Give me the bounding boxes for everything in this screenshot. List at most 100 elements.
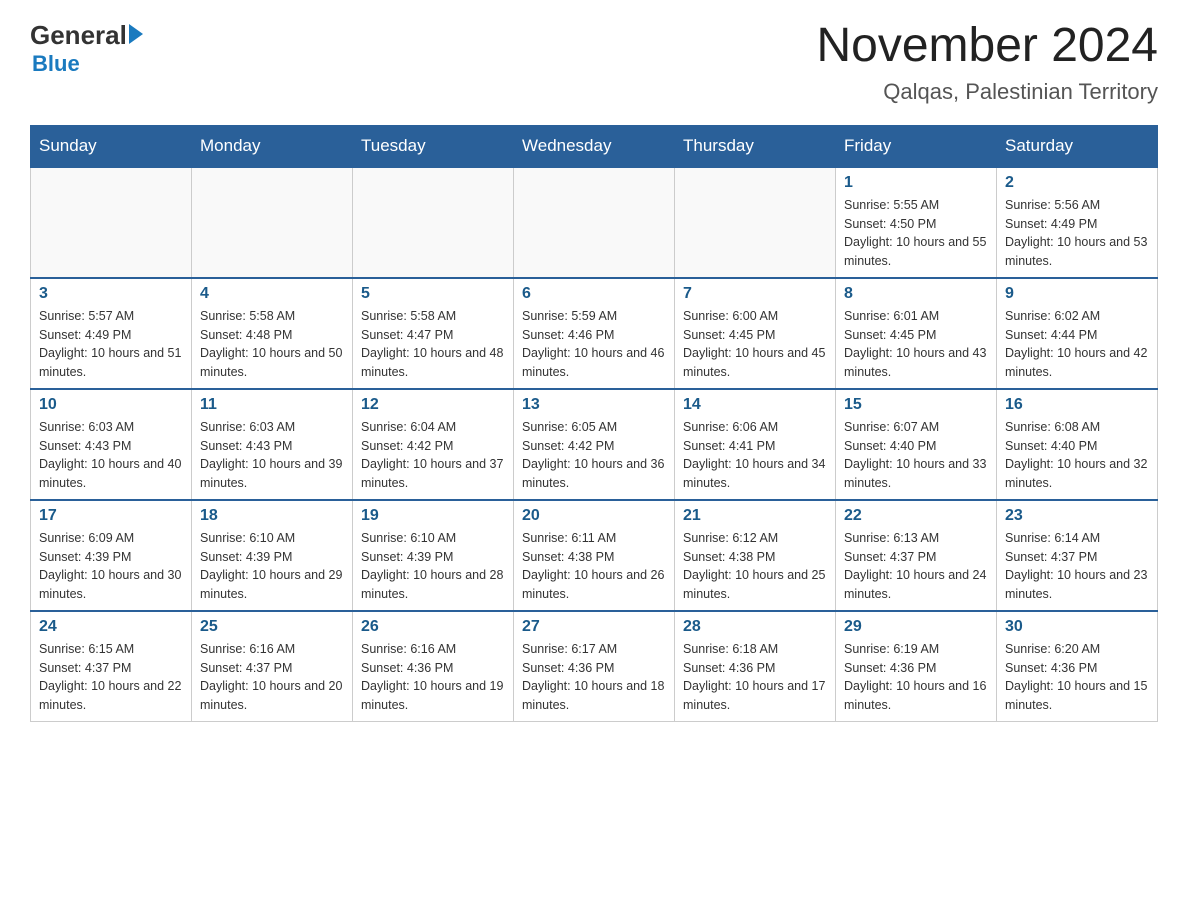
day-info: Sunrise: 6:10 AM Sunset: 4:39 PM Dayligh… (361, 529, 505, 604)
calendar-cell: 29Sunrise: 6:19 AM Sunset: 4:36 PM Dayli… (836, 611, 997, 722)
calendar-title: November 2024 (816, 20, 1158, 73)
calendar-cell: 3 Sunrise: 5:57 AM Sunset: 4:49 PM Daylig… (31, 278, 192, 389)
logo-arrow-icon (129, 24, 143, 44)
calendar-cell: 6 Sunrise: 5:59 AM Sunset: 4:46 PM Daylig… (514, 278, 675, 389)
day-info: Sunrise: 6:03 AM Sunset: 4:43 PM Dayligh… (39, 418, 183, 493)
week-row-2: 3 Sunrise: 5:57 AM Sunset: 4:49 PM Daylig… (31, 278, 1158, 389)
calendar-cell: 30 Sunrise: 6:20 AM Sunset: 4:36 PM Dayli… (997, 611, 1158, 722)
day-number: 12 (361, 396, 505, 414)
calendar-cell: 18Sunrise: 6:10 AM Sunset: 4:39 PM Dayli… (192, 500, 353, 611)
header-thursday: Thursday (675, 125, 836, 167)
calendar-cell: 28Sunrise: 6:18 AM Sunset: 4:36 PM Dayli… (675, 611, 836, 722)
calendar-cell: 9Sunrise: 6:02 AM Sunset: 4:44 PM Daylig… (997, 278, 1158, 389)
day-number: 25 (200, 618, 344, 636)
header-friday: Friday (836, 125, 997, 167)
calendar-cell (192, 167, 353, 278)
day-number: 28 (683, 618, 827, 636)
page-header: General Blue November 2024 Qalqas, Pales… (30, 20, 1158, 105)
logo: General Blue (30, 20, 143, 77)
day-info: Sunrise: 5:55 AM Sunset: 4:50 PM Dayligh… (844, 196, 988, 271)
header-monday: Monday (192, 125, 353, 167)
day-info: Sunrise: 6:07 AM Sunset: 4:40 PM Dayligh… (844, 418, 988, 493)
day-info: Sunrise: 6:12 AM Sunset: 4:38 PM Dayligh… (683, 529, 827, 604)
header-saturday: Saturday (997, 125, 1158, 167)
calendar-cell: 7 Sunrise: 6:00 AM Sunset: 4:45 PM Daylig… (675, 278, 836, 389)
day-number: 29 (844, 618, 988, 636)
day-info: Sunrise: 6:03 AM Sunset: 4:43 PM Dayligh… (200, 418, 344, 493)
day-info: Sunrise: 5:56 AM Sunset: 4:49 PM Dayligh… (1005, 196, 1149, 271)
day-info: Sunrise: 6:06 AM Sunset: 4:41 PM Dayligh… (683, 418, 827, 493)
day-number: 1 (844, 174, 988, 192)
day-info: Sunrise: 5:57 AM Sunset: 4:49 PM Dayligh… (39, 307, 183, 382)
calendar-cell: 26 Sunrise: 6:16 AM Sunset: 4:36 PM Dayli… (353, 611, 514, 722)
week-row-5: 24 Sunrise: 6:15 AM Sunset: 4:37 PM Dayli… (31, 611, 1158, 722)
day-number: 17 (39, 507, 183, 525)
day-info: Sunrise: 5:58 AM Sunset: 4:48 PM Dayligh… (200, 307, 344, 382)
day-info: Sunrise: 6:09 AM Sunset: 4:39 PM Dayligh… (39, 529, 183, 604)
calendar-cell: 16 Sunrise: 6:08 AM Sunset: 4:40 PM Dayli… (997, 389, 1158, 500)
calendar-body: 1 Sunrise: 5:55 AM Sunset: 4:50 PM Daylig… (31, 167, 1158, 722)
header-wednesday: Wednesday (514, 125, 675, 167)
day-number: 5 (361, 285, 505, 303)
calendar-subtitle: Qalqas, Palestinian Territory (816, 79, 1158, 105)
day-info: Sunrise: 6:17 AM Sunset: 4:36 PM Dayligh… (522, 640, 666, 715)
logo-blue: Blue (32, 51, 80, 77)
logo-general: General (30, 20, 127, 51)
week-row-4: 17 Sunrise: 6:09 AM Sunset: 4:39 PM Dayli… (31, 500, 1158, 611)
day-info: Sunrise: 6:08 AM Sunset: 4:40 PM Dayligh… (1005, 418, 1149, 493)
day-number: 6 (522, 285, 666, 303)
day-info: Sunrise: 6:02 AM Sunset: 4:44 PM Dayligh… (1005, 307, 1149, 382)
day-number: 7 (683, 285, 827, 303)
day-info: Sunrise: 6:15 AM Sunset: 4:37 PM Dayligh… (39, 640, 183, 715)
calendar-cell (514, 167, 675, 278)
day-info: Sunrise: 6:01 AM Sunset: 4:45 PM Dayligh… (844, 307, 988, 382)
day-info: Sunrise: 5:58 AM Sunset: 4:47 PM Dayligh… (361, 307, 505, 382)
day-number: 26 (361, 618, 505, 636)
logo-text: General (30, 20, 143, 51)
day-number: 30 (1005, 618, 1149, 636)
day-info: Sunrise: 6:00 AM Sunset: 4:45 PM Dayligh… (683, 307, 827, 382)
day-number: 3 (39, 285, 183, 303)
header-tuesday: Tuesday (353, 125, 514, 167)
calendar-cell: 23Sunrise: 6:14 AM Sunset: 4:37 PM Dayli… (997, 500, 1158, 611)
calendar-cell: 13 Sunrise: 6:05 AM Sunset: 4:42 PM Dayli… (514, 389, 675, 500)
calendar-header: SundayMondayTuesdayWednesdayThursdayFrid… (31, 125, 1158, 167)
day-info: Sunrise: 6:13 AM Sunset: 4:37 PM Dayligh… (844, 529, 988, 604)
calendar-cell: 17 Sunrise: 6:09 AM Sunset: 4:39 PM Dayli… (31, 500, 192, 611)
day-info: Sunrise: 5:59 AM Sunset: 4:46 PM Dayligh… (522, 307, 666, 382)
calendar-cell: 11 Sunrise: 6:03 AM Sunset: 4:43 PM Dayli… (192, 389, 353, 500)
calendar-cell: 21 Sunrise: 6:12 AM Sunset: 4:38 PM Dayli… (675, 500, 836, 611)
calendar-cell (31, 167, 192, 278)
day-number: 8 (844, 285, 988, 303)
calendar-cell: 27Sunrise: 6:17 AM Sunset: 4:36 PM Dayli… (514, 611, 675, 722)
day-number: 13 (522, 396, 666, 414)
day-info: Sunrise: 6:05 AM Sunset: 4:42 PM Dayligh… (522, 418, 666, 493)
day-info: Sunrise: 6:20 AM Sunset: 4:36 PM Dayligh… (1005, 640, 1149, 715)
day-number: 11 (200, 396, 344, 414)
day-number: 24 (39, 618, 183, 636)
calendar-table: SundayMondayTuesdayWednesdayThursdayFrid… (30, 125, 1158, 722)
calendar-cell: 10 Sunrise: 6:03 AM Sunset: 4:43 PM Dayli… (31, 389, 192, 500)
day-info: Sunrise: 6:16 AM Sunset: 4:36 PM Dayligh… (361, 640, 505, 715)
calendar-cell: 22Sunrise: 6:13 AM Sunset: 4:37 PM Dayli… (836, 500, 997, 611)
calendar-cell: 14 Sunrise: 6:06 AM Sunset: 4:41 PM Dayli… (675, 389, 836, 500)
calendar-cell: 20Sunrise: 6:11 AM Sunset: 4:38 PM Dayli… (514, 500, 675, 611)
calendar-cell: 2 Sunrise: 5:56 AM Sunset: 4:49 PM Daylig… (997, 167, 1158, 278)
week-row-1: 1 Sunrise: 5:55 AM Sunset: 4:50 PM Daylig… (31, 167, 1158, 278)
day-number: 2 (1005, 174, 1149, 192)
day-info: Sunrise: 6:04 AM Sunset: 4:42 PM Dayligh… (361, 418, 505, 493)
day-number: 10 (39, 396, 183, 414)
title-section: November 2024 Qalqas, Palestinian Territ… (816, 20, 1158, 105)
days-of-week-row: SundayMondayTuesdayWednesdayThursdayFrid… (31, 125, 1158, 167)
day-number: 16 (1005, 396, 1149, 414)
calendar-cell: 1 Sunrise: 5:55 AM Sunset: 4:50 PM Daylig… (836, 167, 997, 278)
day-number: 21 (683, 507, 827, 525)
week-row-3: 10 Sunrise: 6:03 AM Sunset: 4:43 PM Dayli… (31, 389, 1158, 500)
day-number: 4 (200, 285, 344, 303)
day-info: Sunrise: 6:11 AM Sunset: 4:38 PM Dayligh… (522, 529, 666, 604)
day-number: 18 (200, 507, 344, 525)
day-number: 14 (683, 396, 827, 414)
calendar-cell: 8 Sunrise: 6:01 AM Sunset: 4:45 PM Daylig… (836, 278, 997, 389)
day-info: Sunrise: 6:14 AM Sunset: 4:37 PM Dayligh… (1005, 529, 1149, 604)
calendar-cell: 15Sunrise: 6:07 AM Sunset: 4:40 PM Dayli… (836, 389, 997, 500)
